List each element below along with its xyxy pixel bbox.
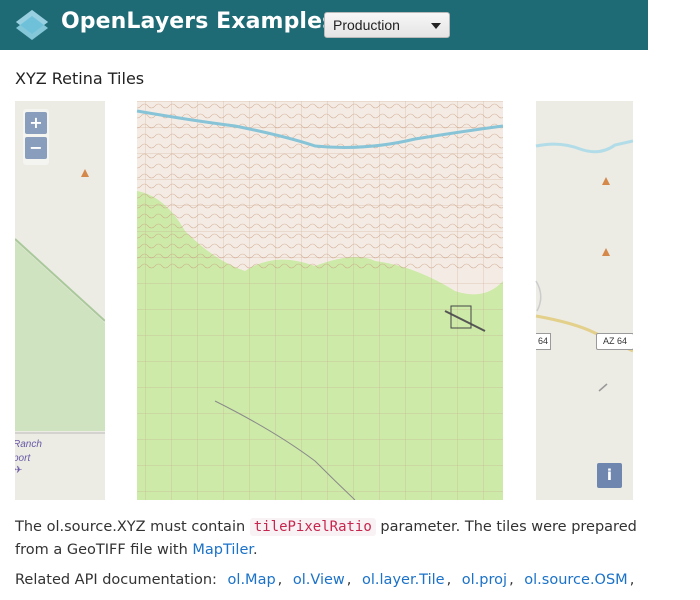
code-tilePixelRatio: tilePixelRatio [249,518,376,536]
route-shield-partial: 64 [536,333,551,350]
api-docs-label: Related API documentation: [15,572,217,588]
zoom-out-button[interactable]: − [25,137,47,159]
api-link-ol-layer-tile[interactable]: ol.layer.Tile [362,572,445,588]
route-shield: AZ 64 [596,333,633,350]
api-link-ol-source-osm[interactable]: ol.source.OSM [524,572,627,588]
example-title: XYZ Retina Tiles [15,69,145,88]
map-tiles [15,101,633,500]
map-viewport[interactable]: Ranch port ✈ 64 AZ 64 + − i [15,101,633,500]
map-label-port: port [15,453,31,464]
api-link-ol-proj[interactable]: ol.proj [462,572,507,588]
airport-icon: ✈ [15,465,23,476]
related-api-docs: Related API documentation: ol.Map, ol.Vi… [15,572,635,588]
chevron-down-icon [431,23,441,29]
api-link-ol-map[interactable]: ol.Map [228,572,276,588]
zoom-in-button[interactable]: + [25,112,47,134]
desc-text-3: . [253,542,258,558]
openlayers-logo-icon[interactable] [13,7,51,43]
map-label-ranch: Ranch [15,439,42,450]
example-description: The ol.source.XYZ must contain tilePixel… [15,516,655,562]
brand-title[interactable]: OpenLayers Examples [61,9,335,34]
version-select[interactable]: Production [324,12,450,38]
attribution-button[interactable]: i [597,463,622,488]
version-select-value: Production [333,17,400,33]
desc-text-1: The ol.source.XYZ must contain [15,519,250,535]
api-link-ol-view[interactable]: ol.View [293,572,345,588]
maptiler-link[interactable]: MapTiler [192,542,253,558]
navbar: OpenLayers Examples Production [0,0,648,50]
zoom-control: + − [23,109,49,165]
